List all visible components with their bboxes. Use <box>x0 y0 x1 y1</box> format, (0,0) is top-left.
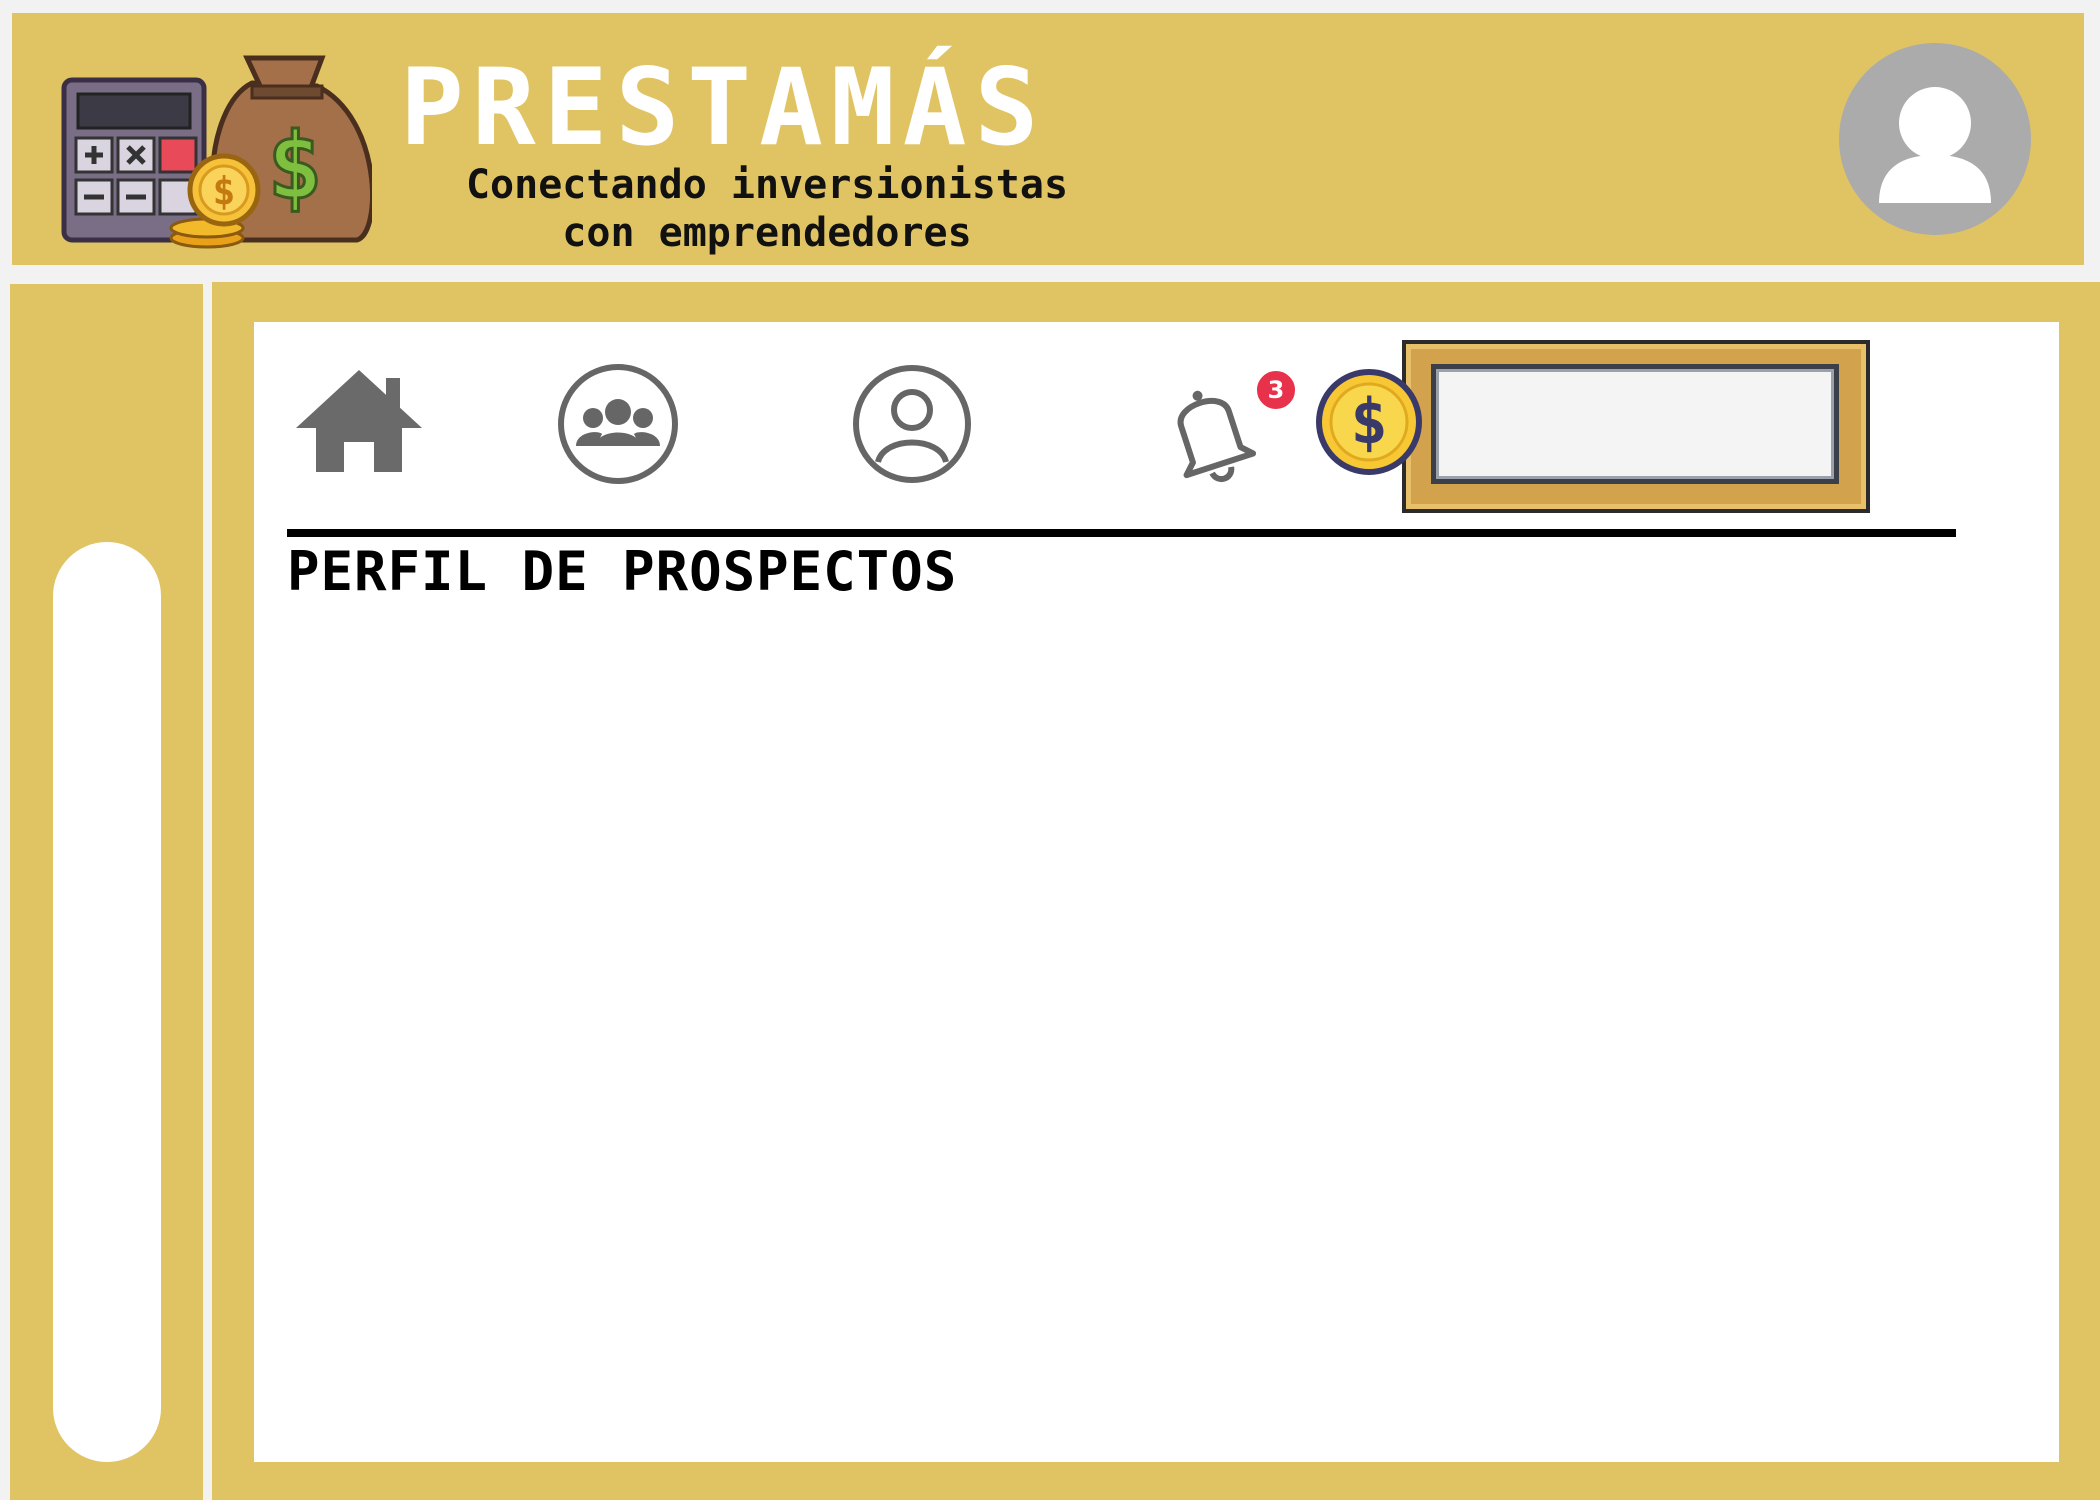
svg-text:$: $ <box>213 169 236 213</box>
svg-text:$: $ <box>1350 385 1387 458</box>
profile-icon[interactable] <box>852 364 972 484</box>
sidebar-scroll-handle[interactable] <box>53 542 161 1462</box>
app-tagline: Conectando inversionistas con emprendedo… <box>417 161 1117 257</box>
balance-display <box>1402 340 1870 513</box>
user-avatar-button[interactable] <box>1839 43 2031 235</box>
content-area: 3 $ PERFIL DE PROSPECTOS <box>254 322 2059 1462</box>
tagline-line-1: Conectando inversionistas <box>465 162 1069 208</box>
user-avatar-icon <box>1879 87 1991 203</box>
home-icon[interactable] <box>294 366 424 476</box>
balance-input[interactable] <box>1431 364 1839 484</box>
dollar-coin-icon: $ <box>1316 369 1422 475</box>
notification-badge: 3 <box>1255 369 1297 411</box>
tagline-line-2: con emprendedores <box>562 210 972 256</box>
calculator-money-bag-icon: $ $ <box>61 55 372 249</box>
section-title: PERFIL DE PROSPECTOS <box>287 540 958 603</box>
main-panel: 3 $ PERFIL DE PROSPECTOS <box>212 282 2100 1500</box>
app-header: $ $ PRESTAMÁS Conectando inversionistas … <box>12 13 2084 265</box>
left-sidebar <box>10 284 203 1500</box>
group-icon[interactable] <box>556 362 680 486</box>
svg-text:$: $ <box>267 113 322 220</box>
app-title: PRESTAMÁS <box>400 46 1047 169</box>
section-divider <box>287 529 1956 537</box>
